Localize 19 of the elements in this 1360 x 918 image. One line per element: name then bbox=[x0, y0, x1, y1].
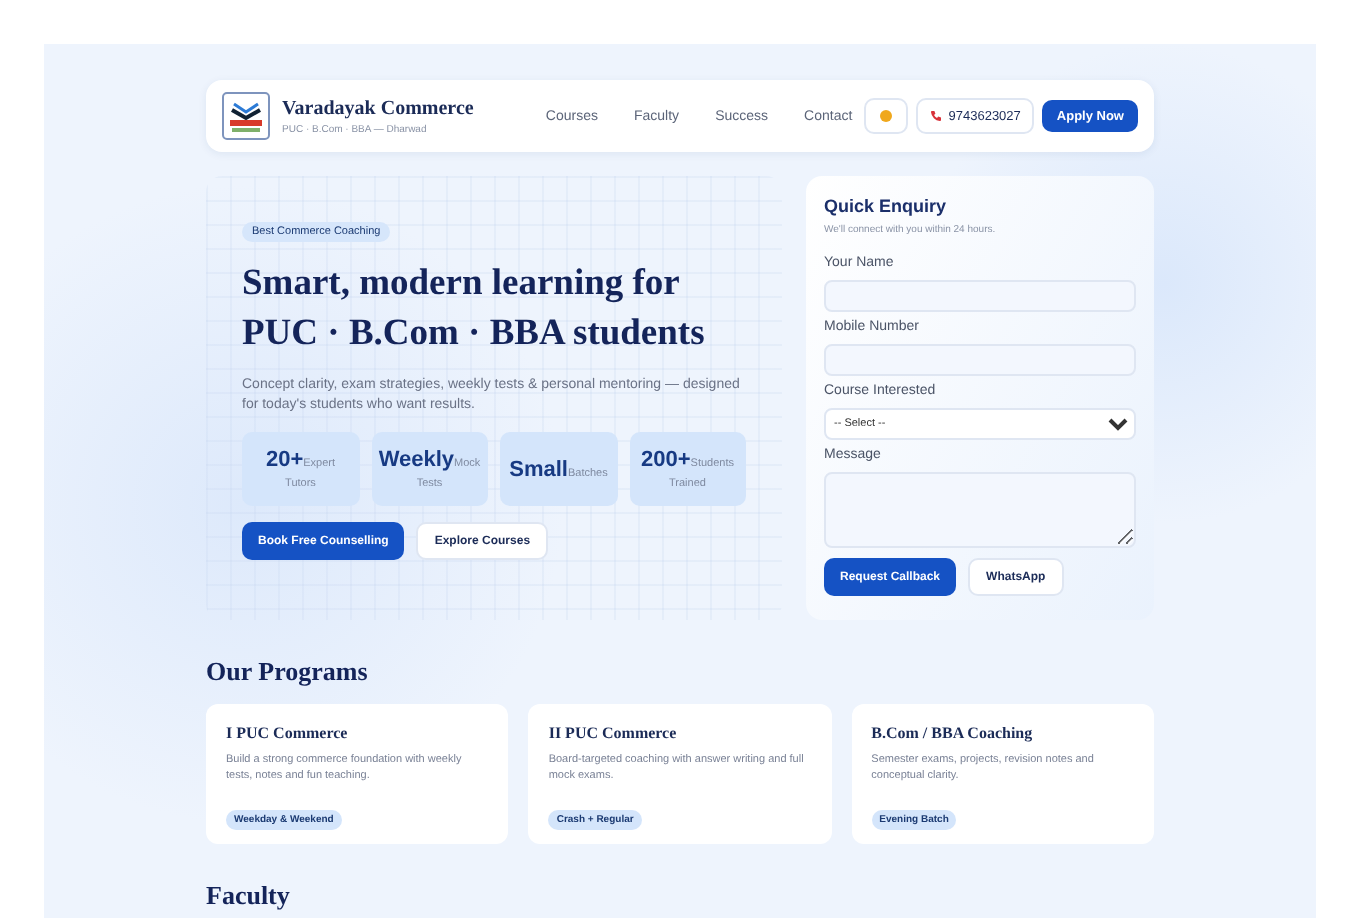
message-field[interactable] bbox=[824, 472, 1136, 548]
section-heading: Our Programs bbox=[206, 656, 370, 688]
hero-title: Smart, modern learning for PUC · B.Com · BBA students bbox=[242, 262, 707, 358]
stat-value: 20+ bbox=[265, 448, 304, 473]
stat-value: 200+ bbox=[641, 448, 691, 473]
program-title: II PUC Commerce bbox=[548, 724, 679, 742]
stat-value: Small bbox=[509, 457, 568, 482]
theme-toggle-button[interactable] bbox=[864, 98, 909, 134]
section-heading: Faculty bbox=[206, 880, 292, 912]
form-title: Quick Enquiry bbox=[824, 196, 949, 216]
sun-icon bbox=[880, 110, 893, 122]
input-field[interactable] bbox=[824, 344, 1136, 376]
stat-value: Weekly bbox=[378, 448, 455, 473]
program-title: B.Com / BBA Coaching bbox=[871, 724, 1035, 742]
program-title: I PUC Commerce bbox=[226, 724, 350, 742]
phone-icon bbox=[930, 110, 943, 122]
logo-icon bbox=[222, 92, 270, 140]
brand-name[interactable]: Varadayak Commerce bbox=[282, 97, 474, 119]
input-field[interactable] bbox=[824, 280, 1136, 312]
